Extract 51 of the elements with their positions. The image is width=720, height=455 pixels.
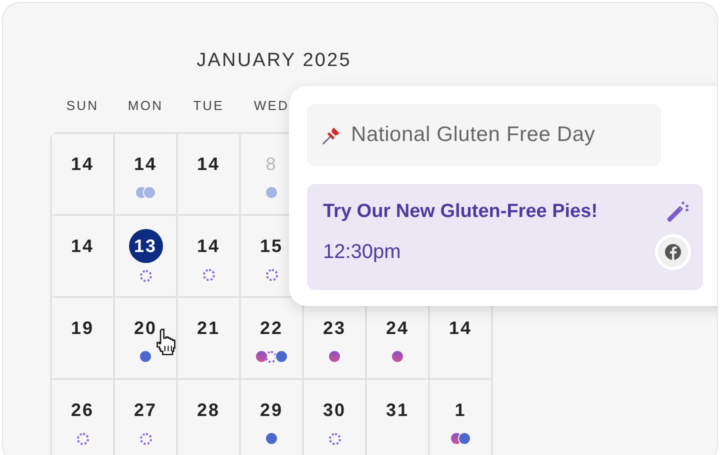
day-cell[interactable]: 14 [178,134,239,214]
weekday-label: MON [126,98,164,115]
day-number: 14 [196,153,222,176]
event-time: 12:30pm [323,240,401,264]
day-number: 29 [258,399,284,422]
day-cell[interactable]: 13 [115,216,176,296]
day-cell[interactable]: 30 [304,380,365,455]
day-number: 14 [448,317,474,340]
day-cell[interactable]: 14 [52,134,113,214]
day-number: 31 [384,399,410,422]
day-number: 20 [132,317,158,340]
selected-day-number: 13 [128,229,162,263]
day-cell[interactable]: 21 [178,298,239,378]
day-cell[interactable]: 14 [52,216,113,296]
day-cell[interactable]: 29 [241,380,302,455]
event-card[interactable]: Try Our New Gluten-Free Pies! 12:30pm [307,184,703,290]
day-number: 22 [258,317,284,340]
holiday-item[interactable]: National Gluten Free Day [307,104,661,166]
day-cell[interactable]: 31 [367,380,428,455]
day-number: 14 [132,153,158,176]
day-number: 14 [196,235,222,258]
day-number: 14 [70,153,96,176]
day-number: 14 [70,235,96,258]
magic-wand-icon[interactable] [665,200,689,224]
day-cell[interactable]: 28 [178,380,239,455]
day-number: 23 [322,317,348,340]
day-cell[interactable]: 19 [52,298,113,378]
event-title: Try Our New Gluten-Free Pies! [323,201,598,223]
day-cell[interactable]: 1 [430,380,491,455]
day-cell[interactable]: 26 [52,380,113,455]
day-number: 24 [384,317,410,340]
day-cell[interactable]: 14 [178,216,239,296]
month-title: JANUARY 2025 [196,50,352,73]
day-number: 8 [264,153,278,176]
day-number: 30 [322,399,348,422]
day-cell[interactable]: 14 [115,134,176,214]
weekday-label: WED [252,98,290,115]
hand-cursor-icon [154,328,178,357]
day-cell[interactable]: 22 [241,298,302,378]
weekday-label: TUE [192,98,225,115]
day-number: 19 [70,317,96,340]
day-number: 1 [454,399,468,422]
day-number: 26 [70,399,96,422]
day-number: 15 [258,235,284,258]
weekday-label: SUN [65,98,100,115]
holiday-label: National Gluten Free Day [351,123,596,147]
day-cell[interactable]: 27 [115,380,176,455]
day-number: 27 [132,399,158,422]
day-number: 28 [196,399,222,422]
day-number: 21 [196,317,222,340]
facebook-icon[interactable] [655,234,691,270]
